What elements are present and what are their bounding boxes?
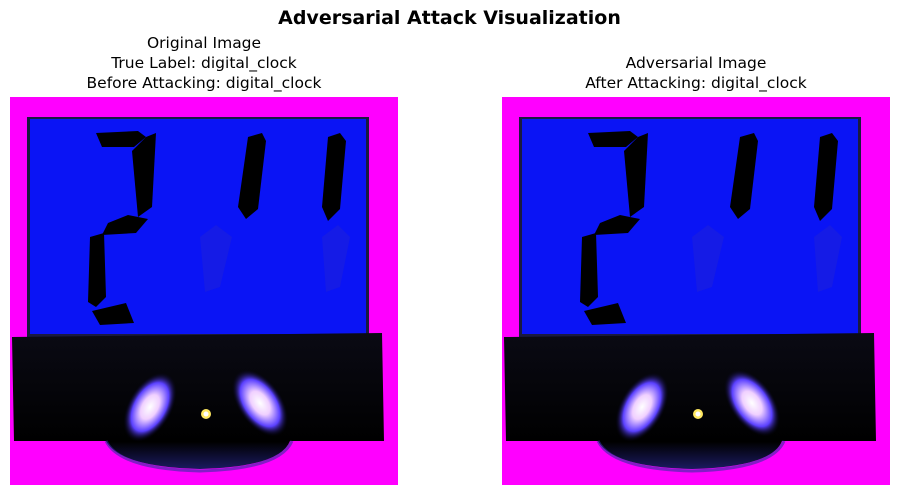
figure-title: Adversarial Attack Visualization [278, 7, 621, 29]
display-screen [30, 119, 366, 334]
original-image-panel [10, 97, 398, 485]
true-label-line: True Label: digital_clock [111, 54, 297, 72]
digital-clock-image [10, 97, 398, 485]
adversarial-image-title: Adversarial Image After Attacking: digit… [502, 53, 890, 93]
original-title-line-1: Original Image [146, 34, 262, 52]
display-screen [522, 119, 858, 334]
adversarial-title-line-1: Adversarial Image [625, 54, 767, 72]
original-image-title: Original Image True Label: digital_clock… [10, 33, 398, 93]
adversarial-image-panel [502, 97, 890, 485]
before-attack-line: Before Attacking: digital_clock [86, 74, 322, 92]
after-attack-line: After Attacking: digital_clock [585, 74, 807, 92]
digital-clock-image [502, 97, 890, 485]
